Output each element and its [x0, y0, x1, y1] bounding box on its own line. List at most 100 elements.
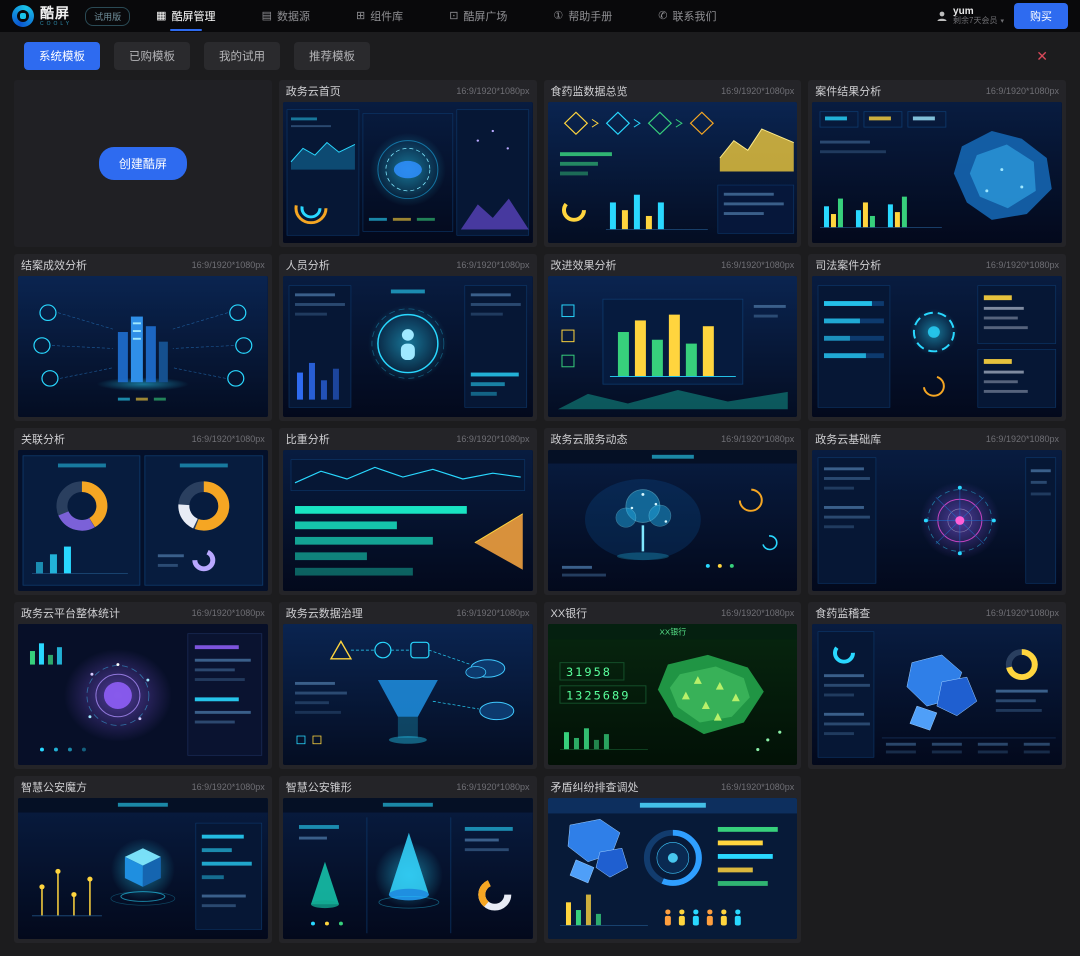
template-size: 16:9/1920*1080px: [456, 608, 529, 618]
template-thumbnail[interactable]: [283, 102, 533, 243]
user-account[interactable]: yum 剩余7天会员 ▾: [936, 6, 1004, 26]
template-tabs: 系统模板 已购模板 我的试用 推荐模板 ✕: [0, 32, 1080, 76]
template-card: 政务云基础库16:9/1920*1080px: [808, 428, 1066, 595]
template-card: 改进效果分析 16:9/1920*1080px: [544, 254, 802, 421]
template-thumbnail[interactable]: [548, 276, 798, 417]
buy-button[interactable]: 购买: [1014, 3, 1068, 29]
template-title: 政务云服务动态: [551, 431, 628, 447]
template-title: 政务云平台整体统计: [21, 605, 120, 621]
template-size: 16:9/1920*1080px: [456, 86, 529, 96]
grid-icon: ▦: [156, 11, 166, 22]
template-card: 食药监数据总览16:9/1920*1080px: [544, 80, 802, 247]
template-card: 食药监稽查 16:9/1920*1080px: [808, 602, 1066, 769]
nav-item-screen-plaza[interactable]: ⊡ 酷屏广场: [449, 0, 507, 33]
template-card: 司法案件分析 16:9/1920*1080px: [808, 254, 1066, 421]
tab-recommended-templates[interactable]: 推荐模板: [294, 42, 370, 70]
template-title: XX银行: [551, 605, 588, 621]
nav-item-component-library[interactable]: ⊞ 组件库: [356, 0, 403, 33]
component-icon: ⊞: [356, 11, 365, 22]
template-thumbnail[interactable]: [18, 450, 268, 591]
template-title: 政务云首页: [286, 83, 341, 99]
chevron-down-icon: ▾: [1000, 18, 1004, 26]
template-size: 16:9/1920*1080px: [456, 434, 529, 444]
template-thumbnail[interactable]: [812, 102, 1062, 243]
nav-label: 酷屏管理: [172, 8, 216, 24]
template-size: 16:9/1920*1080px: [986, 608, 1059, 618]
nav-label: 组件库: [370, 8, 403, 24]
template-thumbnail[interactable]: [283, 798, 533, 939]
template-size: 16:9/1920*1080px: [721, 434, 794, 444]
template-title: 矛盾纠纷排查调处: [551, 779, 639, 795]
bank-stat-2: 1325689: [565, 689, 629, 703]
template-thumbnail[interactable]: [18, 624, 268, 765]
create-screen-card: 创建酷屏: [14, 80, 272, 247]
template-grid: 创建酷屏 政务云首页 16:9/1920*1080px: [0, 76, 1080, 951]
template-title: 智慧公安锥形: [286, 779, 352, 795]
tab-system-templates[interactable]: 系统模板: [24, 42, 100, 70]
template-thumbnail[interactable]: [18, 276, 268, 417]
template-title: 食药监稽查: [815, 605, 870, 621]
template-title: 智慧公安魔方: [21, 779, 87, 795]
template-title: 司法案件分析: [815, 257, 881, 273]
nav-item-screen-management[interactable]: ▦ 酷屏管理: [156, 0, 215, 33]
close-icon[interactable]: ✕: [1028, 48, 1056, 65]
nav-label: 帮助手册: [568, 8, 612, 24]
template-title: 案件结果分析: [815, 83, 881, 99]
template-size: 16:9/1920*1080px: [192, 260, 265, 270]
template-size: 16:9/1920*1080px: [456, 260, 529, 270]
user-icon: [936, 10, 948, 22]
template-thumbnail[interactable]: [548, 798, 798, 939]
tab-my-trial[interactable]: 我的试用: [204, 42, 280, 70]
template-card: 结案成效分析 16:9/1920*1080px: [14, 254, 272, 421]
template-thumbnail[interactable]: [18, 798, 268, 939]
user-membership-text: 剩余7天会员: [953, 17, 997, 26]
template-size: 16:9/1920*1080px: [456, 782, 529, 792]
template-size: 16:9/1920*1080px: [192, 434, 265, 444]
template-title: 关联分析: [21, 431, 65, 447]
bank-stat-1: 31958: [565, 665, 611, 679]
template-card: XX银行 16:9/1920*1080px XX银行 31958 1325689: [544, 602, 802, 769]
tab-purchased-templates[interactable]: 已购模板: [114, 42, 190, 70]
nav-label: 数据源: [277, 8, 310, 24]
logo-title: 酷屏: [40, 6, 72, 20]
template-title: 结案成效分析: [21, 257, 87, 273]
template-title: 比重分析: [286, 431, 330, 447]
template-title: 政务云数据治理: [286, 605, 363, 621]
market-icon: ⊡: [449, 11, 458, 22]
template-size: 16:9/1920*1080px: [192, 782, 265, 792]
template-size: 16:9/1920*1080px: [721, 608, 794, 618]
template-card: 智慧公安魔方 16:9/1920*1080px: [14, 776, 272, 943]
template-card: 政务云服务动态 16:9/1920*1080px: [544, 428, 802, 595]
database-icon: ▤: [262, 11, 272, 22]
top-navbar: 酷屏 COOLY 试用版 ▦ 酷屏管理 ▤ 数据源 ⊞ 组件库 ⊡ 酷屏广场 ①…: [0, 0, 1080, 32]
nav-item-data-source[interactable]: ▤ 数据源: [262, 0, 310, 33]
template-thumbnail[interactable]: [812, 276, 1062, 417]
template-thumbnail[interactable]: [283, 450, 533, 591]
create-screen-button[interactable]: 创建酷屏: [99, 147, 187, 180]
template-thumbnail[interactable]: [548, 102, 798, 243]
template-card: 案件结果分析16:9/1920*1080px: [808, 80, 1066, 247]
template-size: 16:9/1920*1080px: [986, 260, 1059, 270]
phone-icon: ✆: [658, 11, 667, 22]
template-card: 政务云数据治理 16:9/1920*1080px: [279, 602, 537, 769]
template-title: 改进效果分析: [551, 257, 617, 273]
template-thumbnail[interactable]: [283, 276, 533, 417]
trial-version-badge: 试用版: [85, 7, 130, 26]
nav-item-contact-us[interactable]: ✆ 联系我们: [658, 0, 716, 33]
template-title: 政务云基础库: [815, 431, 881, 447]
template-thumbnail[interactable]: [812, 450, 1062, 591]
template-card: 矛盾纠纷排查调处16:9/1920*1080px: [544, 776, 802, 943]
template-card: 关联分析 16:9/1920*1080px: [14, 428, 272, 595]
template-thumbnail[interactable]: XX银行 31958 1325689: [548, 624, 798, 765]
app-logo[interactable]: 酷屏 COOLY 试用版: [12, 5, 130, 27]
nav-item-help-manual[interactable]: ① 帮助手册: [553, 0, 612, 33]
template-thumbnail[interactable]: [548, 450, 798, 591]
template-card: 比重分析 16:9/1920*1080px: [279, 428, 537, 595]
template-thumbnail[interactable]: [812, 624, 1062, 765]
template-thumbnail[interactable]: [283, 624, 533, 765]
template-size: 16:9/1920*1080px: [721, 86, 794, 96]
logo-subtitle: COOLY: [40, 22, 72, 27]
template-size: 16:9/1920*1080px: [721, 260, 794, 270]
logo-icon: [12, 5, 34, 27]
template-size: 16:9/1920*1080px: [192, 608, 265, 618]
